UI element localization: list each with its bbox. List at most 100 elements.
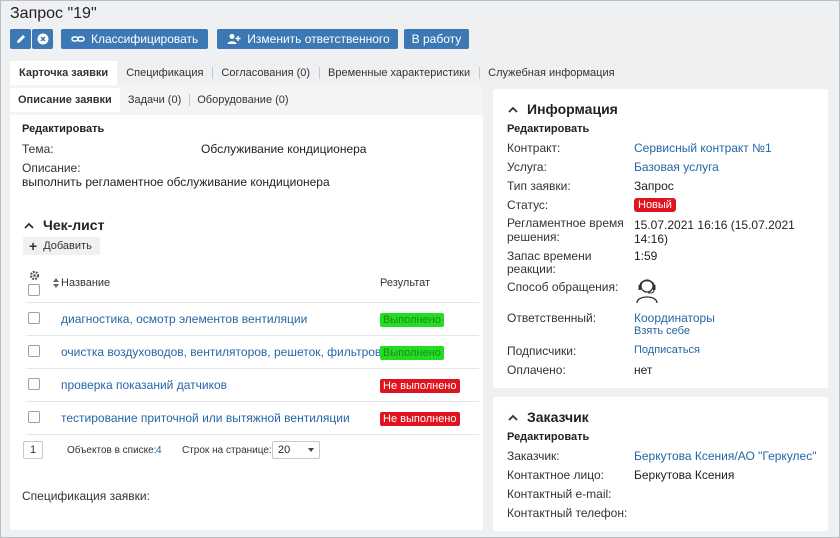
plus-icon: +	[29, 238, 38, 254]
customer-header[interactable]: Заказчик	[507, 409, 589, 425]
table-row: диагностика, осмотр элементов вентиляции…	[10, 302, 483, 335]
checklist-item-link[interactable]: очистка воздуховодов, вентиляторов, реше…	[61, 345, 381, 359]
info-title: Информация	[527, 101, 618, 117]
reserve-value: 1:59	[634, 249, 658, 263]
pencil-icon	[14, 32, 28, 46]
status-cell: Новый	[634, 197, 676, 212]
customer-title: Заказчик	[527, 409, 589, 425]
change-responsible-label: Изменить ответственного	[247, 32, 390, 46]
contact-phone-label: Контактный телефон:	[507, 506, 628, 520]
description-label: Описание:	[22, 161, 81, 175]
count-label: Объектов в списке:	[67, 445, 157, 456]
service-label: Услуга:	[507, 160, 547, 174]
chevron-up-icon	[23, 219, 35, 231]
request-card-panel: Описание заявки Задачи (0) Оборудование …	[10, 85, 483, 530]
contract-label: Контракт:	[507, 141, 561, 155]
rows-per-page-select[interactable]: 20	[272, 441, 320, 459]
cancel-button[interactable]	[32, 29, 53, 49]
status-badge: Выполнено	[380, 313, 444, 327]
take-self-link[interactable]: Взять себе	[634, 325, 690, 337]
result-cell: Не выполнено	[380, 378, 460, 393]
description-value: выполнить регламентное обслуживание конд…	[22, 175, 330, 189]
checklist-item-link[interactable]: диагностика, осмотр элементов вентиляции	[61, 312, 307, 326]
deadline-label-line1: Регламентное время	[507, 216, 624, 230]
toolbar: Классифицировать Изменить ответственного…	[10, 29, 470, 49]
chevron-up-icon	[507, 411, 519, 423]
add-label: Добавить	[43, 240, 92, 252]
customer-edit-link[interactable]: Редактировать	[507, 431, 589, 443]
responsible-label: Ответственный:	[507, 311, 597, 325]
tab-equipment[interactable]: Оборудование (0)	[189, 88, 296, 112]
subscribe-link[interactable]: Подписаться	[634, 344, 700, 356]
column-header-name[interactable]: Название	[61, 277, 110, 289]
request-type-value: Запрос	[634, 179, 674, 193]
checklist-title: Чек-лист	[43, 217, 105, 233]
main-tabs: Карточка заявки Спецификация Согласовани…	[10, 61, 624, 85]
tab-approvals[interactable]: Согласования (0)	[212, 61, 319, 85]
contract-link[interactable]: Сервисный контракт №1	[634, 141, 772, 155]
info-panel: Информация Редактировать Контракт: Серви…	[493, 89, 828, 388]
topic-value: Обслуживание кондиционера	[201, 142, 367, 156]
tab-specification[interactable]: Спецификация	[117, 61, 212, 85]
contact-email-label: Контактный e-mail:	[507, 487, 612, 501]
select-all-checkbox[interactable]	[28, 284, 40, 296]
tab-service-info[interactable]: Служебная информация	[479, 61, 623, 85]
customer-link[interactable]: Беркутова Ксения/АО "Геркулес"	[634, 449, 816, 463]
rows-per-page-value: 20	[278, 444, 291, 456]
customer-label: Заказчик:	[507, 449, 560, 463]
close-circle-icon	[36, 32, 50, 46]
status-badge: Не выполнено	[380, 379, 460, 393]
tab-tasks[interactable]: Задачи (0)	[120, 88, 189, 112]
reserve-label-line2: реакции:	[507, 262, 556, 276]
info-edit-link[interactable]: Редактировать	[507, 123, 589, 135]
row-checkbox[interactable]	[28, 345, 40, 357]
contact-person-label: Контактное лицо:	[507, 468, 604, 482]
status-label: Статус:	[507, 198, 549, 212]
checklist-item-link[interactable]: проверка показаний датчиков	[61, 378, 227, 392]
contact-person-value: Беркутова Ксения	[634, 468, 735, 482]
tab-time-characteristics[interactable]: Временные характеристики	[319, 61, 479, 85]
to-work-button[interactable]: В работу	[403, 29, 470, 49]
edit-button[interactable]	[10, 29, 31, 49]
sub-tabs: Описание заявки Задачи (0) Оборудование …	[10, 88, 297, 112]
tab-description[interactable]: Описание заявки	[10, 88, 120, 112]
paid-label: Оплачено:	[507, 363, 566, 377]
status-badge: Новый	[634, 198, 676, 212]
info-header[interactable]: Информация	[507, 101, 618, 117]
result-cell: Не выполнено	[380, 411, 460, 426]
topic-label: Тема:	[22, 142, 54, 156]
chevron-down-icon	[308, 448, 314, 452]
page-number-button[interactable]: 1	[23, 441, 43, 459]
status-badge: Выполнено	[380, 346, 444, 360]
description-edit-link[interactable]: Редактировать	[22, 123, 104, 135]
specification-label: Спецификация заявки:	[22, 489, 150, 503]
deadline-label-line2: решения:	[507, 230, 560, 244]
classify-label: Классифицировать	[91, 32, 199, 46]
checklist-item-link[interactable]: тестирование приточной или вытяжной вент…	[61, 411, 350, 425]
result-cell: Выполнено	[380, 345, 444, 360]
settings-gear-icon[interactable]	[29, 270, 40, 284]
responsible-link[interactable]: Координаторы	[634, 311, 715, 325]
paid-value: нет	[634, 363, 653, 377]
chevron-up-icon	[507, 103, 519, 115]
row-checkbox[interactable]	[28, 411, 40, 423]
sort-icon[interactable]	[53, 277, 59, 291]
row-checkbox[interactable]	[28, 378, 40, 390]
result-cell: Выполнено	[380, 312, 444, 327]
service-link[interactable]: Базовая услуга	[634, 160, 719, 174]
customer-panel: Заказчик Редактировать Заказчик: Беркуто…	[493, 397, 828, 531]
classify-button[interactable]: Классифицировать	[61, 29, 209, 49]
change-responsible-button[interactable]: Изменить ответственного	[217, 29, 398, 49]
add-user-icon	[227, 32, 241, 46]
deadline-value: 15.07.2021 16:16 (15.07.2021 14:16)	[634, 218, 795, 246]
checklist-header[interactable]: Чек-лист	[23, 217, 104, 233]
table-row: проверка показаний датчиков Не выполнено	[10, 368, 483, 401]
table-row: тестирование приточной или вытяжной вент…	[10, 401, 483, 434]
add-checklist-item-button[interactable]: + Добавить	[23, 237, 100, 255]
rows-per-page-label: Строк на странице:	[182, 445, 272, 456]
reserve-label-line1: Запас времени	[507, 249, 592, 263]
channel-label: Способ обращения:	[507, 280, 619, 294]
row-checkbox[interactable]	[28, 312, 40, 324]
tab-card[interactable]: Карточка заявки	[10, 61, 118, 85]
link-icon	[71, 32, 85, 46]
